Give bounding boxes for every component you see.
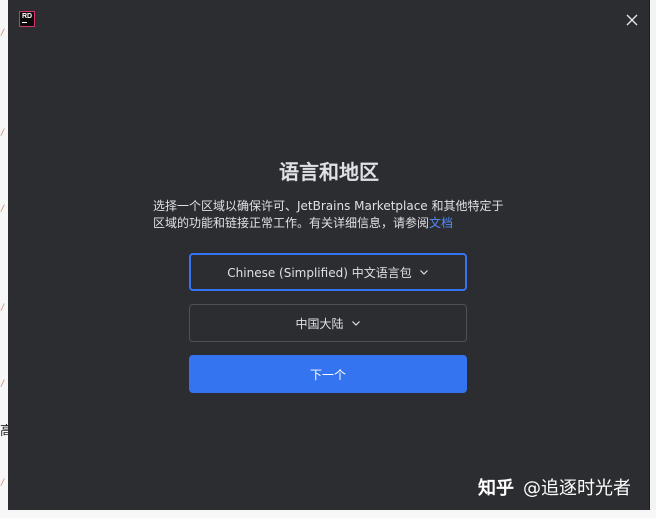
background-code-mark: / <box>0 128 6 138</box>
screen: / / / / / / 高 RD 语言和地区 选择一个区域以确保许可、JetBr… <box>0 0 656 518</box>
close-icon <box>626 14 638 26</box>
language-select[interactable]: Chinese (Simplified) 中文语言包 <box>189 253 467 291</box>
next-button[interactable]: 下一个 <box>189 355 467 393</box>
background-code-mark: / <box>0 478 6 488</box>
background-editor-strip: / / / / / / 高 <box>0 0 8 518</box>
dialog-description: 选择一个区域以确保许可、JetBrains Marketplace 和其他特定于… <box>153 198 513 232</box>
chevron-down-icon <box>351 321 360 326</box>
language-select-value: Chinese (Simplified) 中文语言包 <box>227 265 412 280</box>
chevron-down-icon <box>419 270 428 275</box>
documentation-link[interactable]: 文档 <box>429 216 453 230</box>
background-code-mark: / <box>0 303 6 313</box>
background-bottom-strip <box>0 510 656 518</box>
region-select-value: 中国大陆 <box>295 316 344 331</box>
background-text-char: 高 <box>0 424 8 439</box>
background-code-mark: / <box>0 204 6 214</box>
zhihu-watermark: 知乎 @追逐时光者 <box>478 478 631 500</box>
next-button-label: 下一个 <box>309 367 346 382</box>
watermark-author: @追逐时光者 <box>523 478 631 499</box>
background-code-mark: / <box>0 28 6 38</box>
logo-text: RD <box>22 13 33 20</box>
region-select[interactable]: 中国大陆 <box>189 304 467 342</box>
watermark-brand: 知乎 <box>478 478 514 499</box>
close-button[interactable] <box>622 10 642 30</box>
background-code-mark: / <box>0 379 6 389</box>
logo-underline <box>22 22 27 23</box>
rider-logo-icon: RD <box>19 11 35 27</box>
language-region-dialog: RD 语言和地区 选择一个区域以确保许可、JetBrains Marketpla… <box>8 0 650 510</box>
dialog-title: 语言和地区 <box>279 160 379 184</box>
